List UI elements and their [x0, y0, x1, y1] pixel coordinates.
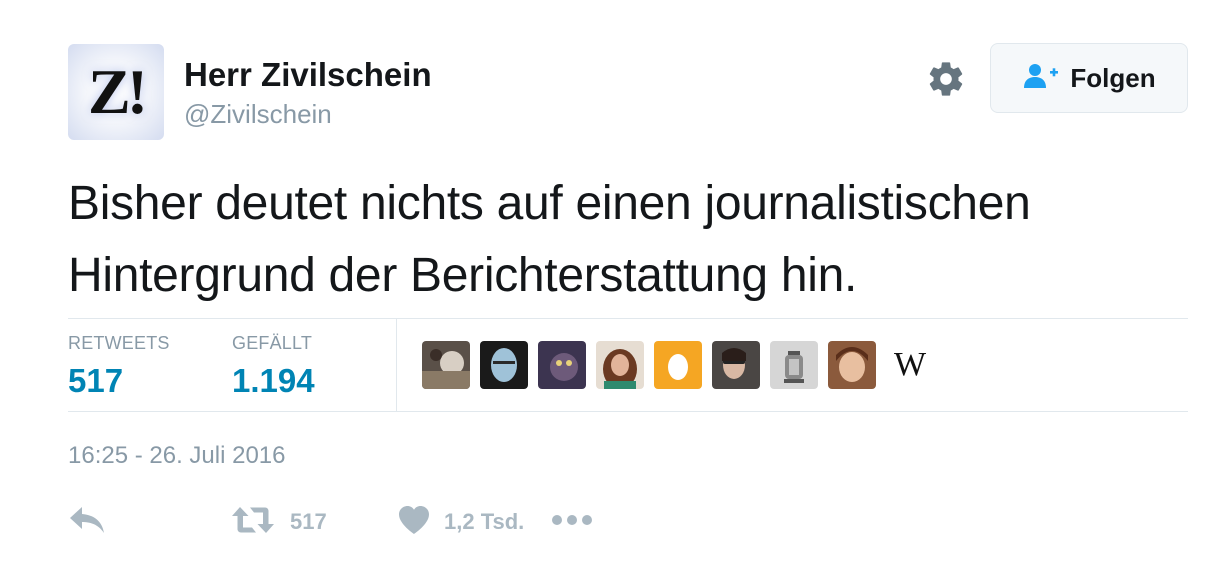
retweets-stat[interactable]: RETWEETS 517 — [68, 333, 170, 400]
tweet-stats: RETWEETS 517 GEFÄLLT 1.194 W — [68, 318, 1188, 412]
more-button[interactable] — [552, 500, 592, 544]
likes-stat[interactable]: GEFÄLLT 1.194 — [232, 333, 315, 400]
likes-count: 1.194 — [232, 362, 315, 399]
heart-icon — [398, 505, 430, 540]
author-handle[interactable]: @Zivilschein — [184, 99, 332, 130]
gear-icon[interactable] — [926, 59, 966, 99]
author-name[interactable]: Herr Zivilschein — [184, 56, 432, 94]
tweet-timestamp[interactable]: 16:25 - 26. Juli 2016 — [68, 442, 286, 470]
more-icon — [552, 513, 592, 531]
retweets-label: RETWEETS — [68, 333, 170, 353]
reply-icon — [68, 505, 106, 540]
tweet-actions: 517 1,2 Tsd. — [68, 500, 768, 544]
likers-avatars: W — [422, 341, 934, 389]
author-avatar[interactable]: Z! — [68, 44, 164, 140]
follow-button[interactable]: Folgen — [990, 43, 1188, 113]
liker-avatar[interactable] — [596, 341, 644, 389]
liker-avatar[interactable] — [828, 341, 876, 389]
tweet-text: Bisher deutet nichts auf einen journalis… — [68, 177, 1031, 302]
retweet-count: 517 — [290, 509, 327, 534]
wikipedia-avatar[interactable]: W — [886, 341, 934, 389]
follow-button-label: Folgen — [1070, 62, 1156, 93]
retweet-button[interactable]: 517 — [230, 500, 327, 544]
liker-avatar[interactable] — [538, 341, 586, 389]
person-plus-icon — [1022, 62, 1060, 95]
liker-avatar[interactable] — [712, 341, 760, 389]
stats-divider — [396, 319, 397, 411]
avatar-logo-text: Z! — [88, 56, 148, 127]
reply-button[interactable] — [68, 500, 106, 544]
egg-avatar[interactable] — [654, 341, 702, 389]
like-count: 1,2 Tsd. — [444, 509, 525, 534]
retweets-count: 517 — [68, 362, 124, 399]
liker-avatar[interactable] — [480, 341, 528, 389]
likes-label: GEFÄLLT — [232, 333, 313, 353]
like-button[interactable]: 1,2 Tsd. — [398, 500, 524, 544]
retweet-icon — [230, 505, 276, 540]
liker-avatar[interactable] — [770, 341, 818, 389]
liker-avatar[interactable] — [422, 341, 470, 389]
